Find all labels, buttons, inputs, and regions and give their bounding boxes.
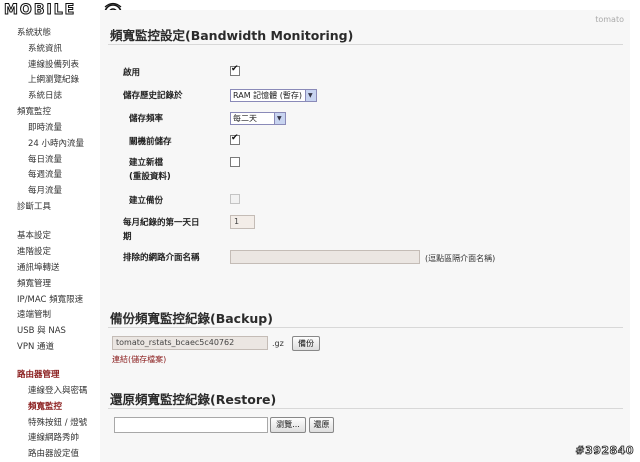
enable-label: 啟用 — [123, 68, 141, 78]
sidebar-item-bandwidth[interactable]: 頻寬監控 — [17, 105, 51, 117]
sidebar-item-port-forward[interactable]: 通訊埠轉送 — [17, 261, 60, 273]
save-frequency-value: 每二天 — [233, 114, 257, 123]
save-on-shutdown-checkbox[interactable] — [230, 133, 240, 145]
first-day-label-cont: 期 — [123, 232, 132, 242]
create-backup-checkbox[interactable] — [230, 194, 240, 204]
backup-button[interactable]: 備份 — [292, 336, 320, 351]
sidebar-item-advanced[interactable]: 進階設定 — [17, 245, 51, 257]
enable-checkbox[interactable] — [230, 64, 240, 76]
sidebar-item-status[interactable]: 系統狀態 — [17, 26, 51, 38]
save-history-value: RAM 記憶體 (暫存) — [233, 91, 302, 100]
save-history-label: 儲存歷史記錄於 — [123, 91, 183, 101]
sidebar-item-weekly[interactable]: 每週流量 — [28, 168, 62, 180]
sidebar-item-web-history[interactable]: 上網瀏覽紀錄 — [28, 73, 79, 85]
backup-save-link[interactable]: 連結(儲存檔案) — [112, 354, 166, 365]
exclude-interfaces-label: 排除的網路介面名稱 — [123, 253, 200, 263]
sidebar-item-logs[interactable]: 系統日誌 — [28, 89, 62, 101]
divider — [108, 44, 623, 45]
save-frequency-label: 儲存頻率 — [129, 114, 164, 124]
sidebar-item-basic[interactable]: 基本設定 — [17, 229, 51, 241]
exclude-interfaces-input[interactable] — [230, 250, 420, 264]
sidebar-item-network[interactable]: 連線網路秀帥 — [28, 431, 79, 443]
sidebar-item-bandwidth-monitor[interactable]: 頻寬監控 — [28, 400, 62, 412]
restore-button[interactable]: 還原 — [309, 417, 334, 433]
sidebar-item-realtime[interactable]: 即時流量 — [28, 121, 62, 133]
backup-filename-input[interactable]: tomato_rstats_bcaec5c40762 — [112, 336, 268, 350]
create-new-checkbox[interactable] — [230, 157, 240, 167]
sidebar-item-usb-nas[interactable]: USB 與 NAS — [17, 324, 66, 336]
sidebar-item-tools[interactable]: 診斷工具 — [17, 200, 51, 212]
sidebar-item-access[interactable]: 遠端管制 — [17, 308, 51, 320]
save-history-select[interactable]: RAM 記憶體 (暫存) — [230, 89, 317, 102]
sidebar: 系統狀態 系統資訊 連線設備列表 上網瀏覽紀錄 系統日誌 頻寬監控 即時流量 2… — [0, 22, 100, 462]
save-frequency-select[interactable]: 每二天 — [230, 112, 286, 125]
sidebar-item-24h[interactable]: 24 小時內流量 — [28, 137, 84, 149]
browse-button[interactable]: 瀏覽... — [270, 417, 306, 433]
main-content: tomato 頻寬監控設定(Bandwidth Monitoring) 啟用 儲… — [100, 10, 630, 462]
sidebar-item-config[interactable]: 路由器設定值 — [28, 447, 79, 459]
first-day-label: 每月紀錄的第一天日 — [123, 218, 200, 228]
divider — [108, 327, 623, 328]
sidebar-item-login-password[interactable]: 連線登入與密碼 — [28, 384, 88, 396]
restore-file-input[interactable] — [114, 417, 268, 433]
sidebar-item-ip-mac-limit[interactable]: IP/MAC 頻寬限速 — [17, 293, 83, 305]
sidebar-item-devices[interactable]: 連線設備列表 — [28, 58, 79, 70]
corner-label: tomato — [595, 15, 624, 24]
watermark-id: #392840 — [575, 444, 634, 458]
save-on-shutdown-label: 關機前儲存 — [129, 137, 172, 147]
backup-title: 備份頻寬監控紀錄(Backup) — [110, 311, 273, 326]
monitoring-title: 頻寬監控設定(Bandwidth Monitoring) — [110, 28, 354, 43]
sidebar-item-admin[interactable]: 路由器管理 — [17, 368, 60, 380]
restore-title: 還原頻寬監控紀錄(Restore) — [110, 392, 277, 407]
create-backup-label: 建立備份 — [129, 196, 164, 206]
chevron-down-icon — [305, 90, 316, 101]
sidebar-item-buttons-leds[interactable]: 特殊按鈕 / 燈號 — [28, 416, 87, 428]
sidebar-item-system-info[interactable]: 系統資訊 — [28, 42, 62, 54]
sidebar-item-vpn[interactable]: VPN 通道 — [17, 340, 54, 352]
sidebar-item-daily[interactable]: 每日流量 — [28, 153, 62, 165]
backup-extension: .gz — [272, 339, 284, 348]
exclude-interfaces-note: (逗點區隔介面名稱) — [425, 254, 496, 263]
create-new-label: 建立新檔 — [129, 158, 164, 168]
sidebar-item-qos[interactable]: 頻寬管理 — [17, 277, 51, 289]
divider — [108, 408, 623, 409]
sidebar-item-monthly[interactable]: 每月流量 — [28, 184, 62, 196]
create-new-sublabel: (重設資料) — [129, 172, 171, 182]
chevron-down-icon — [274, 113, 285, 124]
site-logo: MOBILE — [3, 2, 77, 19]
first-day-input[interactable]: 1 — [230, 215, 255, 229]
